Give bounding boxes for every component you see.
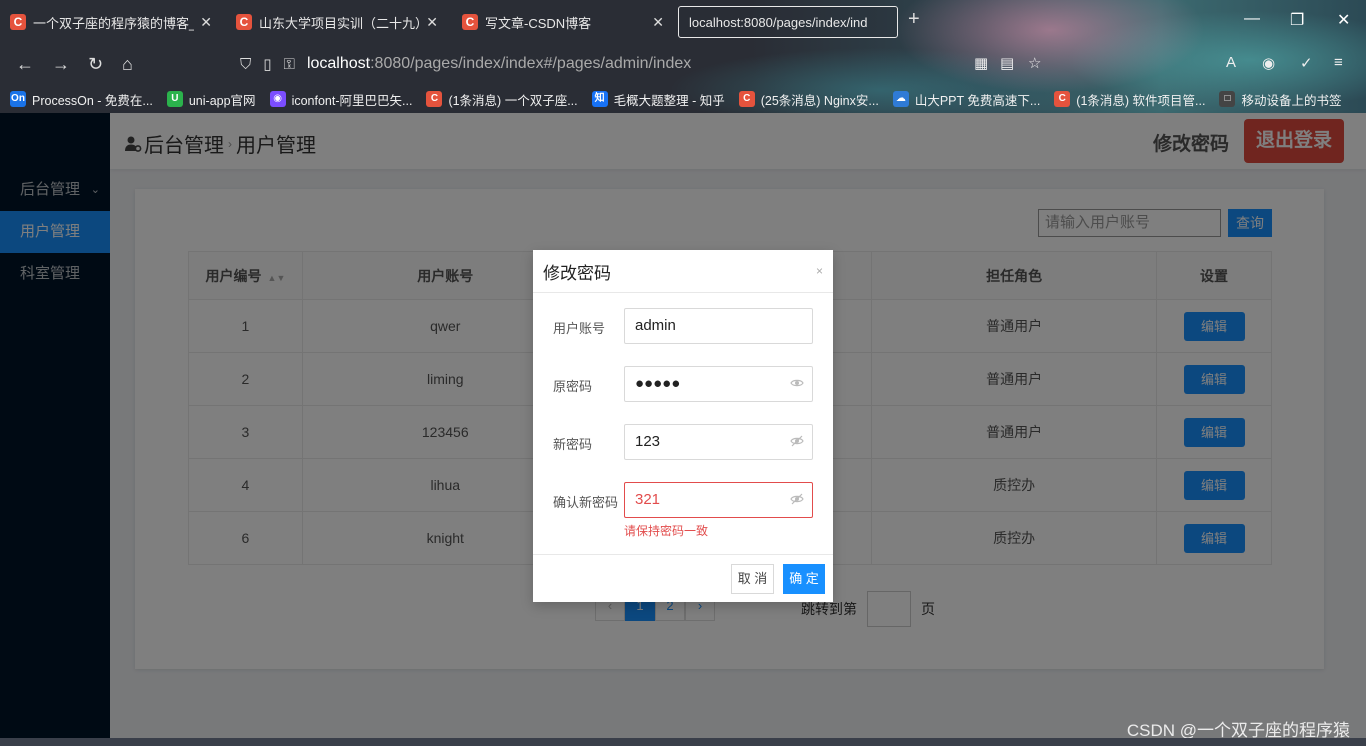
confirm-password-field[interactable]: 321 [624,482,813,518]
bookmarks-bar: On ProcessOn - 免费在... Uuni-app官网 ◉ iconfon… [0,86,1366,112]
check-icon[interactable]: ✓ [1300,54,1313,72]
tab-title: 山东大学项目实训（二十九）— [259,15,420,31]
dialog-title: 修改密码 [543,263,611,283]
bookmark-label: 移动设备上的书签 [1241,93,1342,108]
bookmark[interactable]: ◉ iconfont-阿里巴巴矢... [269,90,413,109]
eye-off-icon[interactable] [790,434,804,448]
window-close-icon[interactable]: ✕ [1337,10,1350,30]
new-tab-icon[interactable]: + [908,8,920,31]
reader-icon[interactable]: ▤ [1000,54,1014,72]
reload-icon[interactable]: ↻ [88,54,103,75]
minimize-icon[interactable]: — [1244,10,1260,28]
form-row-account: 用户账号 admin [533,308,833,344]
uniapp-icon: U [166,91,183,107]
change-password-dialog: 修改密码 × 用户账号 admin 原密码 ●●●●● 新密码 123 确认新密… [533,250,833,602]
taskbar [0,738,1366,746]
zhihu-icon: 知 [591,91,608,107]
close-icon[interactable]: ✕ [426,14,438,31]
shield-icon: ⛉ [240,55,252,73]
forward-icon[interactable]: → [52,54,70,75]
form-row-new-password: 新密码 123 [533,424,833,460]
key-icon: ⚿ [283,55,295,73]
bookmark-label: 山大PPT 免费高速下... [914,93,1041,108]
page-icon: ▯ [263,56,272,73]
bookmark-label: uni-app官网 [188,93,256,108]
old-password-label: 原密码 [553,379,593,394]
new-password-label: 新密码 [553,437,593,452]
tab-title: 一个双子座的程序猿的博客_CSDN [33,15,194,31]
dialog-header: 修改密码 × [533,250,833,293]
dialog-footer: 取 消 确 定 [533,554,833,602]
bookmark[interactable]: Uuni-app官网 [166,90,256,109]
confirm-password-value: 321 [635,491,661,508]
old-password-value: ●●●●● [635,375,681,392]
tab-title: localhost:8080/pages/index/ind [689,14,868,30]
csdn-icon: C [738,91,755,107]
form-row-old-password: 原密码 ●●●●● [533,366,833,402]
mobile-icon: □ [1219,91,1236,107]
password-mismatch-error: 请保持密码一致 [624,524,709,538]
menu-icon[interactable]: ≡ [1334,54,1343,71]
bookmark[interactable]: C (25条消息) Nginx安... [738,90,879,109]
bookmark[interactable]: 知毛概大题整理 - 知乎 [591,90,725,109]
new-password-field[interactable]: 123 [624,424,813,460]
bookmark-label: iconfont-阿里巴巴矢... [291,93,413,108]
bookmark-label: (1条消息) 软件项目管... [1076,93,1206,108]
qr-icon[interactable]: ▦ [974,54,988,72]
browser-tab-1[interactable]: C 一个双子座的程序猿的博客_CSDN ✕ [0,6,222,38]
csdn-icon: C [426,91,443,107]
bookmark-label: ProcessOn - 免费在... [32,93,153,108]
address-bar[interactable]: ⛉ ▯ ⚿ localhost:8080/pages/index/index#/… [240,48,980,80]
form-row-confirm-password: 确认新密码 321 [533,482,833,518]
csdn-icon: C [462,14,478,30]
url-path: :8080/pages/index/index#/pages/admin/ind… [370,55,692,72]
url-host: localhost [306,55,371,72]
old-password-field[interactable]: ●●●●● [624,366,813,402]
new-password-value: 123 [635,433,661,450]
bookmark-label: (25条消息) Nginx安... [760,93,879,108]
eye-icon[interactable] [790,376,804,390]
browser-tab-2[interactable]: C 山东大学项目实训（二十九）— ✕ [226,6,448,38]
eye-off-icon[interactable] [790,492,804,506]
star-icon[interactable]: ☆ [1028,54,1041,72]
home-icon[interactable]: ⌂ [122,54,133,75]
processon-icon: On [10,91,26,107]
cloud-icon: ☁ [892,91,909,107]
csdn-icon: C [1054,91,1071,107]
extension-icon[interactable]: ◉ [1262,54,1275,72]
tab-title: 写文章-CSDN博客 [485,15,592,31]
bookmark-label: 毛概大题整理 - 知乎 [613,93,725,108]
browser-chrome: C 一个双子座的程序猿的博客_CSDN ✕ C 山东大学项目实训（二十九）— ✕… [0,0,1366,113]
close-icon[interactable]: ✕ [200,14,212,31]
browser-tab-3[interactable]: C 写文章-CSDN博客 ✕ [452,6,674,38]
close-icon[interactable]: × [816,264,823,278]
confirm-button[interactable]: 确 定 [783,564,825,594]
close-icon[interactable]: ✕ [652,14,664,31]
translate-icon[interactable]: A [1226,54,1236,71]
bookmark[interactable]: ☁ 山大PPT 免费高速下... [892,90,1041,109]
account-field[interactable]: admin [624,308,813,344]
csdn-icon: C [10,14,26,30]
iconfont-icon: ◉ [269,91,286,107]
bookmark-mobile[interactable]: □ 移动设备上的书签 [1219,90,1341,109]
account-label: 用户账号 [553,321,606,336]
bookmark-label: (1条消息) 一个双子座... [448,93,578,108]
csdn-icon: C [236,14,252,30]
back-icon[interactable]: ← [16,54,34,75]
restore-icon[interactable]: ❐ [1290,10,1304,30]
browser-tab-active[interactable]: localhost:8080/pages/index/ind [678,6,898,38]
confirm-password-label: 确认新密码 [553,495,619,510]
bookmark[interactable]: C (1条消息) 软件项目管... [1054,90,1205,109]
cancel-button[interactable]: 取 消 [731,564,774,594]
bookmark[interactable]: C (1条消息) 一个双子座... [426,90,578,109]
bookmark[interactable]: On ProcessOn - 免费在... [10,90,153,109]
